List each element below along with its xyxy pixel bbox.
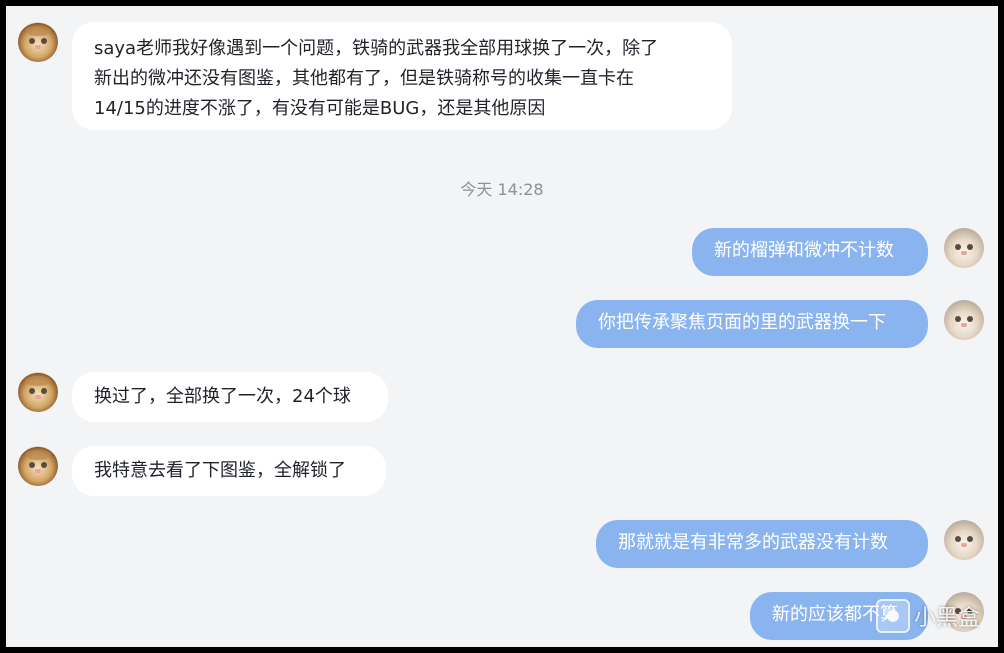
avatar-nose	[35, 395, 41, 399]
message-text: 我特意去看了下图鉴，全解锁了	[94, 460, 346, 481]
incoming-message-bubble[interactable]: 换过了，全部换了一次，24个球	[72, 372, 388, 422]
watermark-text: 小黑盒	[913, 606, 980, 631]
avatar-eye	[955, 536, 961, 542]
message-text: 新的榴弹和微冲不计数	[714, 240, 894, 261]
message-text: 换过了，全部换了一次，24个球	[94, 386, 351, 407]
avatar-eye	[41, 388, 47, 394]
avatar-eye	[967, 316, 973, 322]
heybox-watermark: 小黑盒	[875, 599, 980, 633]
avatar-eye	[41, 38, 47, 44]
outgoing-message-bubble[interactable]: 你把传承聚焦页面的里的武器换一下	[576, 300, 928, 348]
avatar-eye	[955, 244, 961, 250]
message-line: 新出的微冲还没有图鉴，其他都有了，但是铁骑称号的收集一直卡在	[94, 68, 634, 89]
incoming-message-bubble[interactable]: saya老师我好像遇到一个问题，铁骑的武器我全部用球换了一次，除了 新出的微冲还…	[72, 22, 732, 130]
avatar-eye	[29, 38, 35, 44]
outgoing-message-bubble[interactable]: 那就就是有非常多的武器没有计数	[596, 520, 928, 568]
avatar-eye	[29, 388, 35, 394]
outgoing-message-bubble[interactable]: 新的榴弹和微冲不计数	[692, 228, 928, 276]
sender-avatar[interactable]	[18, 372, 58, 412]
avatar-eye	[41, 462, 47, 468]
sender-avatar[interactable]	[18, 446, 58, 486]
avatar-nose	[35, 469, 41, 473]
avatar-nose	[35, 45, 41, 49]
message-text: 那就就是有非常多的武器没有计数	[618, 532, 888, 553]
avatar-nose	[961, 543, 967, 547]
incoming-message-bubble[interactable]: 我特意去看了下图鉴，全解锁了	[72, 446, 386, 496]
avatar-fur	[25, 450, 51, 460]
message-line: saya老师我好像遇到一个问题，铁骑的武器我全部用球换了一次，除了	[94, 38, 659, 59]
message-line: 14/15的进度不涨了，有没有可能是BUG，还是其他原因	[94, 98, 546, 119]
self-avatar[interactable]	[944, 228, 984, 268]
avatar-nose	[961, 323, 967, 327]
avatar-fur	[25, 26, 51, 36]
heybox-logo-icon	[875, 599, 910, 633]
self-avatar[interactable]	[944, 520, 984, 560]
avatar-eye	[29, 462, 35, 468]
self-avatar[interactable]	[944, 300, 984, 340]
avatar-nose	[961, 251, 967, 255]
timestamp-divider: 今天 14:28	[460, 180, 544, 199]
sender-avatar[interactable]	[18, 22, 58, 62]
avatar-eye	[967, 536, 973, 542]
avatar-eye	[967, 244, 973, 250]
chat-window: saya老师我好像遇到一个问题，铁骑的武器我全部用球换了一次，除了 新出的微冲还…	[6, 6, 998, 647]
avatar-eye	[955, 316, 961, 322]
message-text: 你把传承聚焦页面的里的武器换一下	[598, 312, 886, 333]
avatar-fur	[25, 376, 51, 386]
